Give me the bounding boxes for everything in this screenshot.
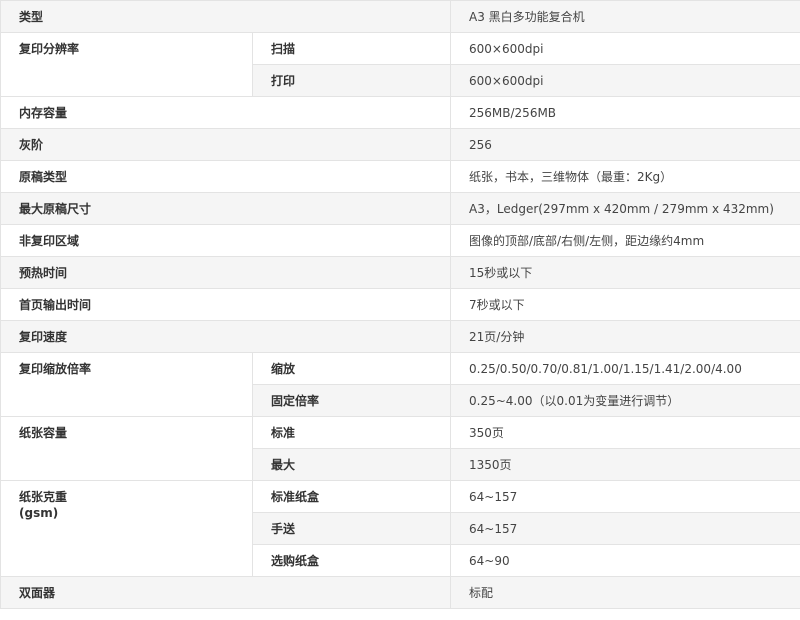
table-row: 内存容量 256MB/256MB [0,96,800,129]
row-value: 64~157 [450,480,800,513]
row-value: 21页/分钟 [450,320,800,353]
row-label: 复印速度 [0,320,452,353]
row-value: 标配 [450,576,800,609]
row-value: 350页 [450,416,800,449]
row-label: 首页输出时间 [0,288,452,321]
row-value: 256MB/256MB [450,96,800,129]
row-sublabel: 最大 [251,448,452,481]
row-label: 类型 [0,0,452,33]
row-label: 纸张容量 [0,416,253,481]
row-sublabel: 标准纸盒 [251,480,452,513]
row-value: 纸张，书本，三维物体（最重：2Kg） [450,160,800,193]
row-value: 64~90 [450,544,800,577]
row-value: 600×600dpi [450,32,800,65]
row-value: 0.25~4.00（以0.01为变量进行调节） [450,384,800,417]
row-sublabel: 扫描 [251,32,452,65]
row-value: 图像的顶部/底部/右侧/左侧，距边缘约4mm [450,224,800,257]
table-row: 类型 A3 黑白多功能复合机 [0,0,800,33]
table-row: 双面器 标配 [0,576,800,609]
spec-table: 类型 A3 黑白多功能复合机 复印分辨率 扫描 600×600dpi 打印 60… [0,0,800,609]
row-label: 复印缩放倍率 [0,352,253,417]
row-value: 600×600dpi [450,64,800,97]
row-value: A3 黑白多功能复合机 [450,0,800,33]
row-value: 7秒或以下 [450,288,800,321]
row-label: 预热时间 [0,256,452,289]
row-label-unit: (gsm) [19,506,59,520]
row-label: 灰阶 [0,128,452,161]
row-sublabel: 缩放 [251,352,452,385]
row-sublabel: 固定倍率 [251,384,452,417]
row-label: 非复印区域 [0,224,452,257]
row-sublabel: 标准 [251,416,452,449]
row-label-cell: 纸张克重 (gsm) [0,480,253,577]
table-row: 复印分辨率 扫描 600×600dpi [0,32,800,97]
table-row: 灰阶 256 [0,128,800,161]
table-row: 首页输出时间 7秒或以下 [0,288,800,321]
row-value: 0.25/0.50/0.70/0.81/1.00/1.15/1.41/2.00/… [450,352,800,385]
table-row: 非复印区域 图像的顶部/底部/右侧/左侧，距边缘约4mm [0,224,800,257]
row-sublabel: 手送 [251,512,452,545]
row-value: 15秒或以下 [450,256,800,289]
row-label: 复印分辨率 [0,32,253,97]
row-sublabel: 打印 [251,64,452,97]
table-row: 纸张容量 标准 350页 [0,416,800,481]
table-row: 复印缩放倍率 缩放 0.25/0.50/0.70/0.81/1.00/1.15/… [0,352,800,417]
row-label: 原稿类型 [0,160,452,193]
table-row: 原稿类型 纸张，书本，三维物体（最重：2Kg） [0,160,800,193]
row-label: 双面器 [0,576,452,609]
table-row: 纸张克重 (gsm) 标准纸盒 64~157 [0,480,800,577]
row-label: 最大原稿尺寸 [0,192,452,225]
table-row: 最大原稿尺寸 A3，Ledger(297mm x 420mm / 279mm x… [0,192,800,225]
row-label: 内存容量 [0,96,452,129]
row-sublabel: 选购纸盒 [251,544,452,577]
table-row: 预热时间 15秒或以下 [0,256,800,289]
row-value: 64~157 [450,512,800,545]
row-label: 纸张克重 [19,490,68,504]
row-value: 1350页 [450,448,800,481]
row-value: A3，Ledger(297mm x 420mm / 279mm x 432mm) [450,192,800,225]
row-value: 256 [450,128,800,161]
table-row: 复印速度 21页/分钟 [0,320,800,353]
